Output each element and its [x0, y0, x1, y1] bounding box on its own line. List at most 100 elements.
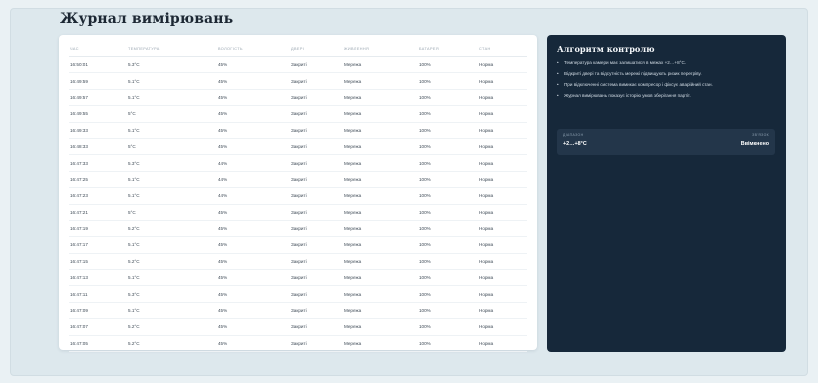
cell-humidity: 45%: [217, 318, 290, 336]
cell-humidity: 45%: [217, 285, 290, 303]
cell-battery: 100%: [418, 89, 478, 107]
cell-status: Норма: [478, 138, 527, 156]
column-header-temperature[interactable]: Температура: [127, 41, 217, 57]
cell-battery: 100%: [418, 236, 478, 254]
cell-battery: 100%: [418, 171, 478, 189]
cell-time: 16:47:19: [69, 220, 127, 238]
cell-time: 16:47:13: [69, 269, 127, 287]
cell-doors: Закриті: [290, 253, 343, 271]
table-row[interactable]: 16:50:01 5.3°C 45% Закриті Мережа 100% Норма: [69, 56, 527, 74]
control-algorithm-panel: Алгоритм контролю Температура камери має…: [547, 35, 786, 352]
cell-power: Мережа: [343, 56, 418, 74]
cell-temperature: 5.3°C: [127, 56, 217, 74]
cell-power: Мережа: [343, 318, 418, 336]
table-row[interactable]: 16:49:33 5.1°C 45% Закриті Мережа 100% Норма: [69, 122, 527, 139]
cell-time: 16:47:11: [69, 285, 127, 303]
cell-status: Норма: [478, 236, 527, 254]
cell-status: Норма: [478, 89, 527, 107]
cell-humidity: 44%: [217, 187, 290, 205]
cell-temperature: 5.1°C: [127, 171, 217, 189]
table-row[interactable]: 16:49:57 5.1°C 45% Закриті Мережа 100% Норма: [69, 89, 527, 107]
cell-status: Норма: [478, 302, 527, 320]
column-header-status[interactable]: Стан: [478, 41, 527, 57]
column-header-battery[interactable]: Батарея: [418, 41, 478, 57]
cell-power: Мережа: [343, 138, 418, 156]
table-row[interactable]: 16:47:15 5.2°C 45% Закриті Мережа 100% Норма: [69, 253, 527, 271]
cell-power: Мережа: [343, 285, 418, 303]
cell-doors: Закриті: [290, 204, 343, 221]
table-row[interactable]: 16:48:33 5°C 45% Закриті Мережа 100% Норма: [69, 138, 527, 156]
table-row[interactable]: 16:47:19 5.2°C 45% Закриті Мережа 100% Норма: [69, 220, 527, 238]
column-header-humidity[interactable]: Вологість: [217, 41, 290, 57]
rule-item: Відкриті двері та відсутність мережі під…: [557, 71, 777, 77]
cell-status: Норма: [478, 253, 527, 271]
cell-doors: Закриті: [290, 138, 343, 156]
cell-status: Норма: [478, 285, 527, 303]
cell-temperature: 5.3°C: [127, 285, 217, 303]
page-title: Журнал вимірювань: [60, 11, 234, 27]
cell-doors: Закриті: [290, 285, 343, 303]
measurements-card: Час Температура Вологість Двері Живлення…: [59, 35, 537, 353]
cell-time: 16:47:15: [69, 253, 127, 271]
cell-doors: Закриті: [290, 154, 343, 172]
cell-temperature: 5.2°C: [127, 220, 217, 238]
cell-power: Мережа: [343, 171, 418, 189]
cell-time: 16:47:07: [69, 318, 127, 336]
column-header-time[interactable]: Час: [69, 41, 127, 57]
cell-temperature: 5.1°C: [127, 236, 217, 254]
table-row[interactable]: 16:47:23 5.1°C 44% Закриті Мережа 100% Норма: [69, 187, 527, 205]
cell-doors: Закриті: [290, 122, 343, 139]
cell-time: 16:47:21: [69, 204, 127, 221]
table-row[interactable]: 16:49:59 5.1°C 45% Закриті Мережа 100% Норма: [69, 72, 527, 90]
cell-humidity: 45%: [217, 105, 290, 123]
cell-status: Норма: [478, 72, 527, 90]
cell-temperature: 5.1°C: [127, 122, 217, 139]
cell-doors: Закриті: [290, 302, 343, 320]
cell-status: Норма: [478, 204, 527, 221]
cell-temperature: 5.3°C: [127, 154, 217, 172]
cell-doors: Закриті: [290, 269, 343, 287]
table-row[interactable]: 16:47:05 5.2°C 45% Закриті Мережа 100% Норма: [69, 335, 527, 353]
cell-humidity: 44%: [217, 171, 290, 189]
table-row[interactable]: 16:47:09 5.1°C 45% Закриті Мережа 100% Норма: [69, 302, 527, 320]
cell-humidity: 45%: [217, 335, 290, 353]
cell-doors: Закриті: [290, 187, 343, 205]
cell-power: Мережа: [343, 105, 418, 123]
cell-time: 16:47:05: [69, 335, 127, 353]
table-row[interactable]: 16:47:07 5.2°C 45% Закриті Мережа 100% Норма: [69, 318, 527, 336]
cell-time: 16:49:59: [69, 72, 127, 90]
cell-time: 16:47:23: [69, 187, 127, 205]
column-header-doors[interactable]: Двері: [290, 41, 343, 57]
cell-battery: 100%: [418, 253, 478, 271]
table-row[interactable]: 16:47:33 5.3°C 44% Закриті Мережа 100% Норма: [69, 154, 527, 172]
cell-battery: 100%: [418, 154, 478, 172]
cell-time: 16:48:33: [69, 138, 127, 156]
table-row[interactable]: 16:47:17 5.1°C 45% Закриті Мережа 100% Норма: [69, 236, 527, 254]
cell-doors: Закриті: [290, 72, 343, 90]
range-value: +2…+8°C: [563, 141, 587, 147]
cell-humidity: 45%: [217, 253, 290, 271]
range-label: Діапазон: [563, 133, 584, 137]
table-row[interactable]: 16:47:21 5°C 45% Закриті Мережа 100% Норма: [69, 204, 527, 221]
cell-humidity: 45%: [217, 302, 290, 320]
table-row[interactable]: 16:47:11 5.3°C 45% Закриті Мережа 100% Норма: [69, 285, 527, 303]
cell-temperature: 5.1°C: [127, 187, 217, 205]
measurements-table-body: 16:50:01 5.3°C 45% Закриті Мережа 100% Норма 16…: [69, 56, 527, 353]
table-row[interactable]: 16:47:13 5.1°C 45% Закриті Мережа 100% Норма: [69, 269, 527, 287]
cell-battery: 100%: [418, 204, 478, 221]
cell-temperature: 5.2°C: [127, 335, 217, 353]
column-header-power[interactable]: Живлення: [343, 41, 418, 57]
cell-humidity: 45%: [217, 220, 290, 238]
cell-humidity: 45%: [217, 236, 290, 254]
cell-power: Мережа: [343, 89, 418, 107]
cell-status: Норма: [478, 318, 527, 336]
cell-humidity: 45%: [217, 204, 290, 221]
cell-power: Мережа: [343, 253, 418, 271]
cell-battery: 100%: [418, 105, 478, 123]
cell-humidity: 45%: [217, 72, 290, 90]
cell-humidity: 45%: [217, 89, 290, 107]
connection-value: Ввімкнено: [740, 141, 769, 147]
table-row[interactable]: 16:47:25 5.1°C 44% Закриті Мережа 100% Норма: [69, 171, 527, 189]
table-row[interactable]: 16:49:55 5°C 45% Закриті Мережа 100% Норма: [69, 105, 527, 123]
cell-battery: 100%: [418, 187, 478, 205]
